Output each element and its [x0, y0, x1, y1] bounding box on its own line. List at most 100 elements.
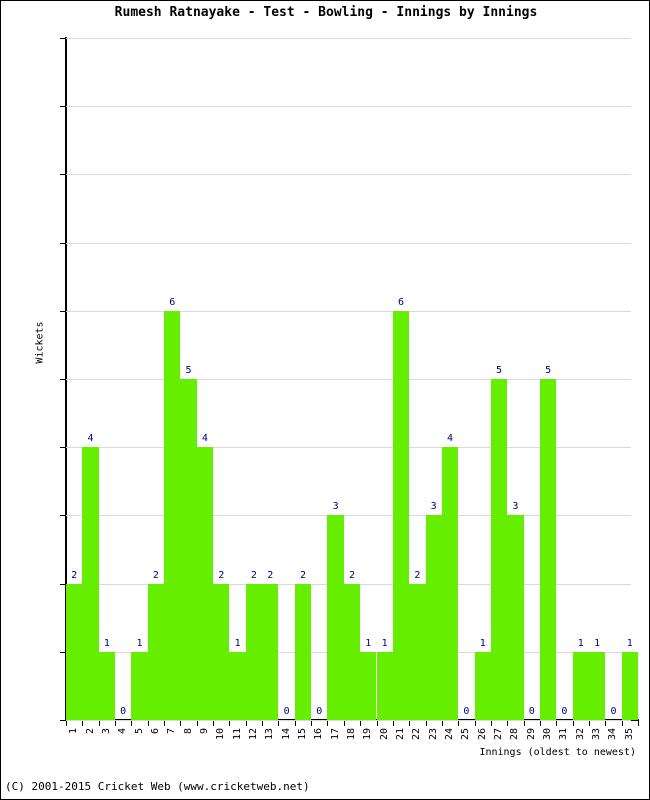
gridline: [66, 106, 631, 108]
x-axis-tick-mark: [278, 721, 280, 726]
x-axis-tick-mark: [180, 721, 182, 726]
bar: [621, 651, 638, 720]
copyright-footer: (C) 2001-2015 Cricket Web (www.cricketwe…: [5, 780, 310, 793]
bar: [213, 583, 230, 720]
bar-value-label: 3: [512, 501, 519, 513]
x-axis-tick-mark: [474, 721, 476, 726]
x-axis-tick-label: 27: [493, 728, 505, 741]
bar: [343, 583, 361, 720]
bar: [164, 310, 181, 720]
x-axis-tick-mark: [229, 721, 231, 726]
bar: [66, 583, 83, 720]
x-axis-tick-mark: [588, 721, 590, 726]
gridline: [66, 720, 631, 721]
bar-value-label: 1: [365, 637, 372, 649]
x-axis-tick-mark: [523, 721, 525, 726]
x-axis-tick-mark: [490, 721, 492, 726]
bar: [474, 651, 491, 720]
x-axis-tick-mark: [572, 721, 574, 726]
x-axis-tick-mark: [458, 721, 460, 726]
bar-value-label: 0: [610, 706, 617, 717]
y-axis-tick-mark: [60, 174, 66, 176]
bar-value-label: 2: [414, 569, 421, 581]
bar-value-label: 1: [626, 637, 633, 649]
bar-value-label: 1: [136, 637, 143, 649]
x-axis-tick-label: 14: [280, 728, 292, 741]
x-axis-tick-mark: [262, 721, 264, 726]
bar-value-label: 0: [463, 706, 470, 717]
x-axis-tick-label: 32: [574, 728, 586, 741]
bar-value-label: 2: [250, 569, 257, 581]
x-axis-tick-mark: [425, 721, 427, 726]
plot-area: 24101265421220203211623401530501101: [60, 38, 638, 721]
x-axis-tick-label: 19: [362, 728, 374, 741]
x-axis-tick-label: 24: [444, 728, 456, 741]
bar-value-label: 5: [185, 365, 192, 376]
x-axis-tick-mark: [409, 721, 411, 726]
x-axis-tick-mark: [327, 721, 329, 726]
x-axis-tick-label: 16: [313, 728, 325, 741]
y-axis-title: Wickets: [34, 321, 46, 364]
x-axis-tick-label: 35: [623, 728, 635, 741]
bar-value-label: 2: [218, 569, 225, 581]
bar-value-label: 2: [71, 569, 78, 581]
x-axis-tick-mark: [66, 721, 67, 726]
x-axis-tick-mark: [376, 721, 378, 726]
bar-value-label: 5: [496, 365, 503, 376]
x-axis-tick-label: 22: [411, 728, 423, 741]
x-axis-tick-label: 21: [395, 728, 407, 741]
bar: [588, 651, 606, 720]
bar: [376, 651, 393, 720]
bar-value-label: 0: [120, 706, 127, 717]
x-axis-tick-mark: [605, 721, 607, 726]
x-axis-tick-mark: [245, 721, 247, 726]
x-axis-tick-label: 12: [247, 728, 259, 741]
gridline: [66, 174, 631, 176]
bar: [229, 651, 246, 720]
bar-value-label: 1: [479, 637, 486, 649]
x-axis-tick-label: 18: [346, 728, 357, 741]
x-axis-tick-mark: [213, 721, 215, 726]
x-axis-tick-mark: [98, 721, 100, 726]
y-axis-tick-mark: [60, 447, 66, 449]
bar: [262, 583, 279, 720]
x-axis-title: Innings (oldest to newest): [479, 747, 636, 758]
bar: [245, 583, 263, 720]
bar-value-label: 3: [332, 501, 339, 513]
bar: [82, 447, 99, 720]
bar: [507, 515, 524, 720]
y-axis-tick-mark: [60, 38, 66, 39]
bar-value-label: 1: [577, 637, 584, 649]
x-axis-tick-label: 3: [100, 728, 112, 735]
x-axis-tick-label: 5: [133, 728, 145, 735]
x-axis-tick-mark: [556, 721, 558, 726]
bar-value-label: 0: [316, 706, 323, 717]
x-axis-tick-label: 1: [68, 728, 80, 735]
bar: [180, 379, 197, 720]
gridline: [66, 242, 631, 244]
x-axis-tick-label: 26: [476, 728, 488, 741]
bar-value-label: 1: [234, 637, 241, 649]
bar-value-label: 2: [348, 569, 355, 581]
x-axis-tick-label: 31: [558, 728, 570, 741]
bar-value-label: 0: [528, 706, 535, 717]
x-axis-tick-mark: [441, 721, 443, 726]
x-axis-tick-label: 28: [509, 728, 521, 741]
bar: [425, 515, 442, 720]
bar: [327, 515, 344, 720]
bar-value-label: 2: [152, 569, 159, 581]
x-axis-tick-label: 4: [117, 728, 129, 735]
x-axis-tick-mark: [507, 721, 509, 726]
y-axis-tick-mark: [60, 310, 66, 312]
page-title: Rumesh Ratnayake - Test - Bowling - Inni…: [114, 5, 538, 20]
x-axis-tick-mark: [82, 721, 84, 726]
y-axis-tick-mark: [60, 515, 66, 517]
bar-value-label: 0: [283, 706, 290, 717]
x-axis-tick-mark: [621, 721, 623, 726]
bar: [131, 651, 148, 720]
x-axis-tick-mark: [196, 721, 198, 726]
bar-value-label: 6: [169, 296, 176, 308]
bar-value-label: 0: [561, 706, 568, 717]
bar: [392, 310, 410, 720]
x-axis-tick-label: 20: [378, 728, 390, 741]
